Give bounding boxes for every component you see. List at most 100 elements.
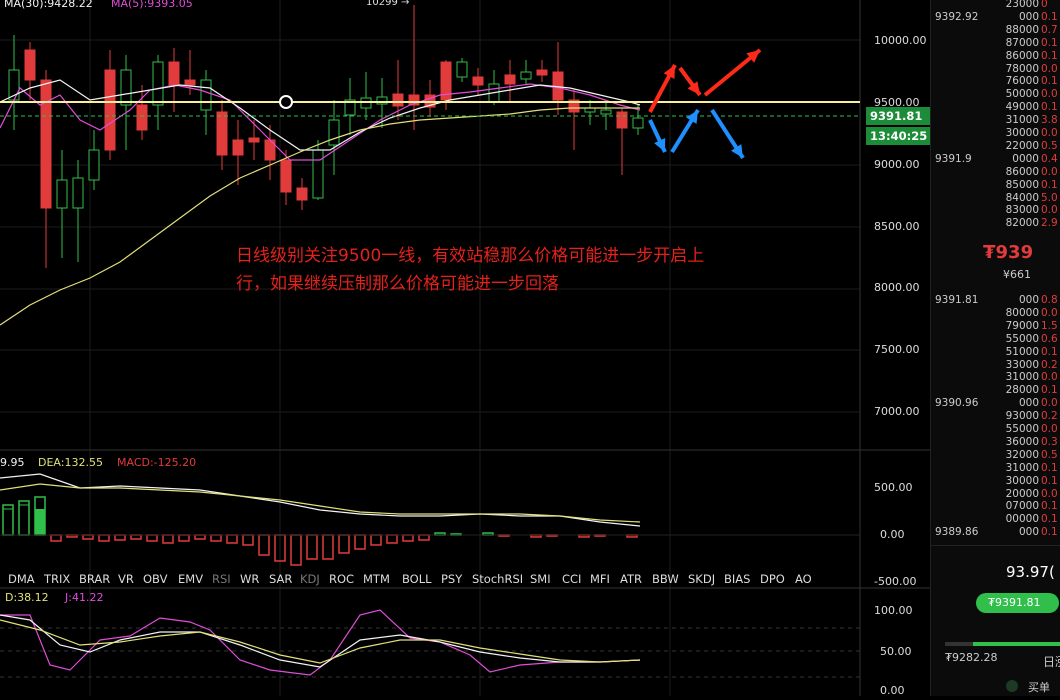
order-book-row[interactable]: 76000 0.1: [931, 75, 1060, 88]
tab-obv[interactable]: OBV: [143, 572, 167, 586]
range-bar-fill: [973, 642, 1060, 646]
tab-dpo[interactable]: DPO: [760, 572, 785, 586]
tab-dma[interactable]: DMA: [8, 572, 35, 586]
buy-price-button[interactable]: ₮9391.81: [976, 593, 1059, 613]
macd-bar: [82, 534, 94, 540]
buy-price-label: ₮9391.81: [988, 596, 1041, 609]
price-axis-8500: 8500.00: [874, 220, 920, 233]
order-book-row[interactable]: 32000 0.5: [931, 449, 1060, 462]
tab-wr[interactable]: WR: [240, 572, 259, 586]
order-book-row[interactable]: 93000 0.2: [931, 410, 1060, 423]
order-book-panel: 23000 0 9392.92 000 0.1 88000 0.7 87000 0.1 86000…: [930, 0, 1060, 696]
tab-rsi[interactable]: RSI: [212, 572, 231, 586]
buy-order-label[interactable]: 买单: [1028, 679, 1050, 695]
order-book-row[interactable]: 20000 0.0: [931, 488, 1060, 501]
order-book-row[interactable]: 9391.9 0000 0.4: [931, 153, 1060, 166]
order-amount: 0.7: [1041, 23, 1058, 36]
kdj-d-label: D:38.12: [5, 591, 49, 604]
tab-vr[interactable]: VR: [118, 572, 134, 586]
order-book-row[interactable]: 84000 5.0: [931, 192, 1060, 205]
order-book-row[interactable]: 50000 0.0: [931, 88, 1060, 101]
order-book-row[interactable]: 78000 0.0: [931, 63, 1060, 76]
order-book-row[interactable]: 9391.81 000 0.8: [931, 294, 1060, 307]
order-book-row[interactable]: 00000 0.1: [931, 513, 1060, 526]
macd-bar: [2, 508, 14, 536]
ma30-label: MA(30):9428.22: [4, 0, 93, 10]
order-book-row[interactable]: 36000 0.3: [931, 436, 1060, 449]
order-book-row[interactable]: 9389.86 000 0.1: [931, 526, 1060, 539]
tab-bbw[interactable]: BBW: [652, 572, 679, 586]
order-book-row[interactable]: 85000 0.1: [931, 179, 1060, 192]
chart-area[interactable]: [0, 0, 930, 696]
tab-bias[interactable]: BIAS: [724, 572, 750, 586]
tab-ao[interactable]: AO: [795, 572, 812, 586]
order-qty: 30000: [1005, 127, 1039, 139]
candle-body: [520, 71, 532, 80]
order-book-row[interactable]: 86000 0.0: [931, 166, 1060, 179]
order-book-row[interactable]: 79000 1.5: [931, 320, 1060, 333]
order-book-row[interactable]: 49000 0.1: [931, 101, 1060, 114]
order-book-row[interactable]: 28000 0.1: [931, 384, 1060, 397]
candle-body: [56, 179, 68, 209]
price-axis-10000: 10000.00: [874, 34, 927, 47]
macd-bar: [258, 534, 270, 556]
order-amount: 0.0: [1041, 423, 1058, 435]
order-qty: 87000: [1005, 36, 1039, 49]
last-price-big: ₮939: [983, 242, 1034, 263]
order-book-row[interactable]: 51000 0.1: [931, 346, 1060, 359]
tab-kdj[interactable]: KDJ: [300, 572, 320, 586]
macd-bar: [210, 534, 222, 542]
order-amount: 0.1: [1041, 178, 1058, 191]
order-book-row[interactable]: 22000 0.5: [931, 140, 1060, 153]
tab-sar[interactable]: SAR: [269, 572, 292, 586]
tab-emv[interactable]: EMV: [178, 572, 203, 586]
order-amount: 5.0: [1041, 191, 1058, 204]
order-book-row[interactable]: 80000 0.0: [931, 307, 1060, 320]
order-amount: 0.0: [1041, 371, 1058, 384]
order-qty: 84000: [1005, 191, 1039, 204]
order-book-row[interactable]: 82000 2.9: [931, 217, 1060, 230]
tab-mfi[interactable]: MFI: [590, 572, 610, 586]
order-book-row[interactable]: 30000 0.1: [931, 475, 1060, 488]
order-book-row[interactable]: 9392.92 000 0.1: [931, 11, 1060, 24]
order-book-row[interactable]: 23000 0: [931, 0, 1060, 11]
order-amount: 0.0: [1041, 62, 1058, 75]
current-price-tag: 9391.81: [866, 107, 932, 125]
tab-smi[interactable]: SMI: [530, 572, 551, 586]
order-book-row[interactable]: 07000 0.1: [931, 500, 1060, 513]
order-book-row[interactable]: 88000 0.7: [931, 24, 1060, 37]
kdj-j-label: J:41.22: [65, 591, 104, 604]
order-book-row[interactable]: 31000 0.1: [931, 462, 1060, 475]
kdj-axis-0: 0.00: [880, 684, 905, 697]
order-book-row[interactable]: 83000 0.0: [931, 204, 1060, 217]
order-book-row[interactable]: 31000 0.0: [931, 371, 1060, 384]
tab-roc[interactable]: ROC: [329, 572, 354, 586]
tab-boll[interactable]: BOLL: [402, 572, 432, 586]
order-qty: 30000: [1005, 474, 1039, 487]
tab-mtm[interactable]: MTM: [363, 572, 390, 586]
tab-trix[interactable]: TRIX: [44, 572, 70, 586]
tab-psy[interactable]: PSY: [441, 572, 462, 586]
tab-stochrsi[interactable]: StochRSI: [472, 572, 523, 586]
order-amount: 0.1: [1041, 513, 1058, 526]
order-book-row[interactable]: 87000 0.1: [931, 37, 1060, 50]
order-amount: 0.1: [1041, 384, 1058, 397]
order-book-row[interactable]: 55000 0.6: [931, 333, 1060, 346]
order-book-row[interactable]: 9390.96 000 0.0: [931, 397, 1060, 410]
candlestick-chart[interactable]: [0, 0, 930, 696]
candle-body: [248, 137, 260, 143]
countdown-tag: 13:40:25: [866, 127, 932, 145]
macd-bar: [162, 534, 174, 544]
tab-atr[interactable]: ATR: [620, 572, 642, 586]
candle-body: [136, 104, 148, 131]
order-book-row[interactable]: 55000 0.0: [931, 423, 1060, 436]
last-price-cny: ¥661: [1003, 268, 1031, 281]
tab-cci[interactable]: CCI: [562, 572, 581, 586]
order-amount: 0: [1041, 0, 1048, 10]
order-book-row[interactable]: 31000 3.8: [931, 114, 1060, 127]
order-book-row[interactable]: 86000 0.1: [931, 50, 1060, 63]
tab-brar[interactable]: BRAR: [79, 572, 110, 586]
order-book-row[interactable]: 30000 0.0: [931, 127, 1060, 140]
tab-skdj[interactable]: SKDJ: [688, 572, 715, 586]
order-book-row[interactable]: 33000 0.2: [931, 359, 1060, 372]
